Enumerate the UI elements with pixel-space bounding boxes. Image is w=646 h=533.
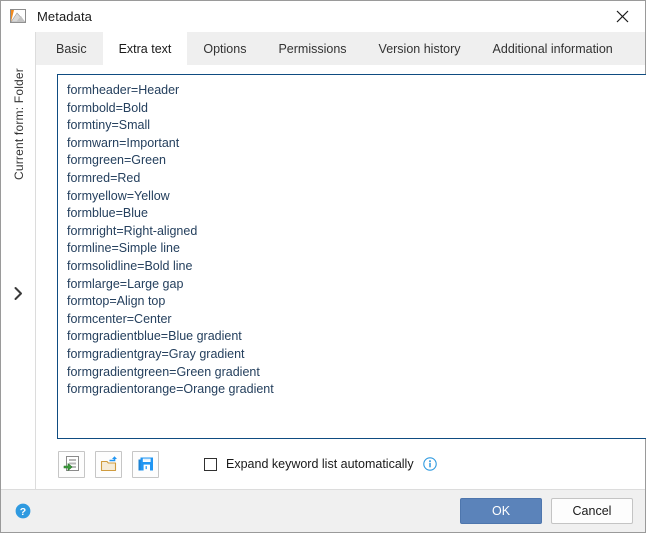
ok-button[interactable]: OK — [460, 498, 542, 524]
left-rail: Current form: Folder — [1, 32, 36, 489]
tab-strip: Basic Extra text Options Permissions Ver… — [36, 32, 645, 65]
save-file-button[interactable] — [132, 450, 159, 478]
tab-additional-information[interactable]: Additional information — [476, 32, 629, 65]
close-button[interactable] — [600, 1, 645, 32]
svg-text:?: ? — [20, 506, 26, 518]
tab-version-history[interactable]: Version history — [362, 32, 477, 65]
insert-keyword-button[interactable] — [58, 450, 85, 478]
extra-text-toolbar: Expand keyword list automatically — [57, 439, 637, 489]
open-file-button[interactable] — [95, 450, 122, 478]
tab-extra-text[interactable]: Extra text — [102, 32, 188, 65]
open-folder-icon — [100, 456, 117, 472]
tab-permissions[interactable]: Permissions — [262, 32, 363, 65]
expand-keyword-option: Expand keyword list automatically — [204, 457, 437, 471]
dialog-body: Current form: Folder Basic Extra text Op… — [1, 32, 646, 489]
chevron-right-icon — [14, 286, 22, 300]
info-circle-icon[interactable] — [422, 457, 437, 471]
extra-text-panel: Expand keyword list automatically — [36, 65, 646, 489]
expand-sidebar-button[interactable] — [1, 280, 36, 306]
expand-keyword-checkbox[interactable] — [204, 457, 217, 471]
metadata-dialog: Metadata Current form: Folder Basic Extr… — [0, 0, 646, 533]
tab-basic[interactable]: Basic — [40, 32, 103, 65]
cancel-button[interactable]: Cancel — [551, 498, 633, 524]
current-form-text: Current form: Folder — [11, 68, 26, 181]
extra-text-input[interactable] — [57, 74, 646, 439]
help-circle-icon[interactable]: ? — [15, 503, 31, 519]
current-form-label: Current form: Folder — [1, 68, 36, 278]
window-title: Metadata — [37, 9, 93, 24]
close-icon — [616, 10, 629, 23]
expand-keyword-label: Expand keyword list automatically — [226, 457, 414, 471]
dialog-footer: ? OK Cancel — [1, 489, 645, 532]
tab-options[interactable]: Options — [187, 32, 263, 65]
image-thumbnail-icon — [10, 8, 27, 25]
title-bar: Metadata — [1, 1, 645, 32]
save-disk-icon — [138, 457, 153, 471]
content-column: Basic Extra text Options Permissions Ver… — [36, 32, 646, 489]
insert-keyword-icon — [63, 456, 79, 471]
